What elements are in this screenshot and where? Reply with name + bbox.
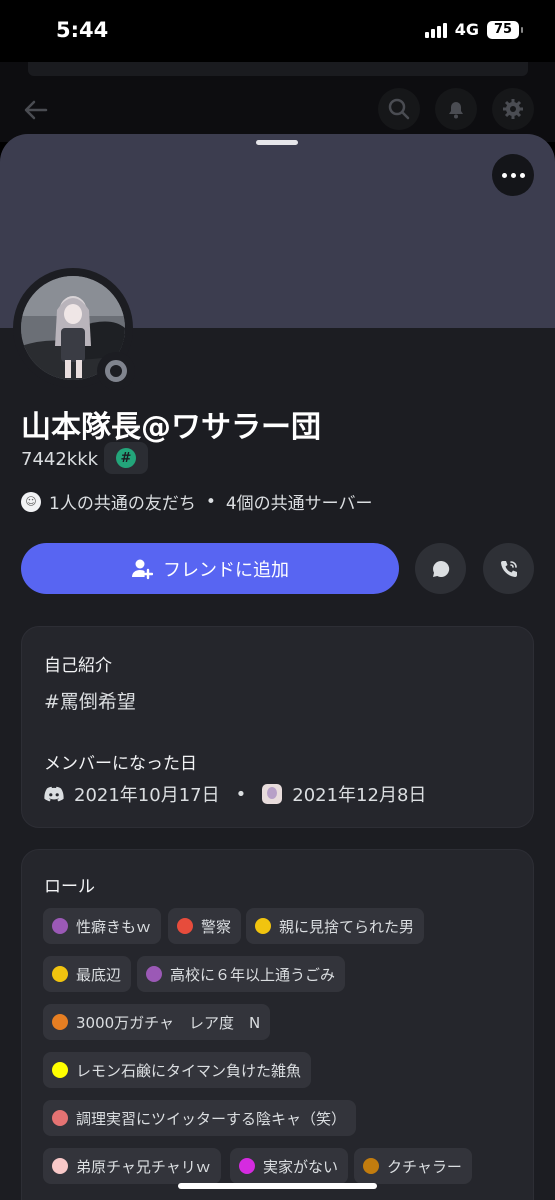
mutual-friend-avatar: ☺ [21, 491, 41, 512]
role-color-dot [52, 1158, 68, 1174]
chat-bubble-icon [432, 560, 449, 577]
role-label: レモン石鹸にタイマン負けた雑魚 [76, 1061, 302, 1080]
role-chip[interactable]: 警察 [168, 908, 242, 944]
signal-icon [424, 22, 447, 38]
role-label: 最底辺 [76, 965, 122, 984]
profile-sheet: 山本隊長@ワサラー団 7442kkk # ☺ 1人の共通の友だち • 4個の共通… [0, 134, 555, 1200]
hashtag-icon: # [116, 448, 136, 468]
add-friend-button[interactable]: フレンドに追加 [21, 543, 399, 594]
offline-status-icon [97, 352, 135, 390]
background-card-edge [28, 62, 528, 76]
roles-card: ロール 性癖きもｗ 警察 親に見捨てられた男 最底辺 高校に６年以上通うごみ 3… [21, 849, 534, 1200]
mutual-friends-text[interactable]: 1人の共通の友だち [49, 489, 196, 514]
separator-dot: • [205, 491, 216, 512]
search-icon[interactable] [378, 88, 420, 130]
mutuals-row[interactable]: ☺ 1人の共通の友だち • 4個の共通サーバー [21, 489, 373, 514]
role-label: 実家がない [263, 1157, 339, 1176]
role-color-dot [52, 1014, 68, 1030]
role-chip[interactable]: レモン石鹸にタイマン負けた雑魚 [43, 1052, 312, 1088]
role-chip[interactable]: 調理実習にツイッターする陰キャ（笑） [43, 1100, 357, 1136]
role-label: 性癖きもｗ [76, 917, 152, 936]
display-name: 山本隊長@ワサラー団 [21, 410, 321, 445]
home-indicator[interactable] [178, 1183, 377, 1189]
role-color-dot [52, 966, 68, 982]
role-label: 3000万ガチャ レア度 N [76, 1013, 261, 1032]
username: 7442kkk [21, 449, 99, 470]
role-chip[interactable]: 3000万ガチャ レア度 N [43, 1004, 271, 1040]
member-since-title: メンバーになった日 [44, 754, 197, 774]
voice-call-button[interactable] [483, 543, 534, 594]
discord-logo-icon [44, 786, 64, 802]
role-chip[interactable]: 高校に６年以上通うごみ [137, 956, 346, 992]
role-chip[interactable]: 親に見捨てられた男 [246, 908, 425, 944]
roles-title: ロール [44, 877, 95, 897]
role-chip[interactable]: クチャラー [354, 1148, 472, 1184]
add-friend-label: フレンドに追加 [163, 559, 289, 581]
role-color-dot [52, 1110, 68, 1126]
role-color-dot [52, 918, 68, 934]
server-join-date: 2021年12月8日 [292, 785, 427, 806]
message-button[interactable] [415, 543, 466, 594]
status-time: 5:44 [56, 18, 109, 42]
role-color-dot [177, 918, 193, 934]
about-title: 自己紹介 [44, 656, 112, 676]
discord-join-date: 2021年10月17日 [74, 785, 220, 806]
role-color-dot [146, 966, 162, 982]
role-color-dot [52, 1062, 68, 1078]
network-type: 4G [454, 20, 479, 39]
role-chip[interactable]: 弟原チャ兄チャリｗ [43, 1148, 221, 1184]
about-card: 自己紹介 #罵倒希望 メンバーになった日 2021年10月17日 • 2021年… [21, 626, 534, 828]
more-options-button[interactable] [492, 154, 534, 196]
role-label: 弟原チャ兄チャリｗ [76, 1157, 211, 1176]
role-label: クチャラー [387, 1157, 462, 1176]
sheet-grabber[interactable] [256, 140, 298, 145]
hashtag-badge[interactable]: # [104, 442, 148, 474]
role-color-dot [363, 1158, 379, 1174]
status-bar: 5:44 4G 75 [0, 0, 555, 62]
role-label: 警察 [201, 917, 232, 936]
mutual-servers-text[interactable]: 4個の共通サーバー [226, 489, 373, 514]
back-arrow-icon[interactable] [22, 96, 50, 124]
member-since-dates: 2021年10月17日 • 2021年12月8日 [44, 781, 426, 807]
role-label: 調理実習にツイッターする陰キャ（笑） [76, 1109, 347, 1128]
role-color-dot [239, 1158, 255, 1174]
role-chip[interactable]: 最底辺 [43, 956, 132, 992]
bell-icon[interactable] [435, 88, 477, 130]
add-user-icon [132, 559, 153, 579]
role-label: 高校に６年以上通うごみ [170, 965, 336, 984]
server-icon [262, 784, 283, 804]
status-indicators: 4G 75 [424, 20, 523, 39]
role-label: 親に見捨てられた男 [279, 917, 415, 936]
role-chip[interactable]: 実家がない [230, 1148, 349, 1184]
role-color-dot [255, 918, 271, 934]
phone-icon [500, 560, 517, 577]
date-separator: • [235, 783, 247, 805]
battery-icon: 75 [487, 20, 523, 39]
bio-text: #罵倒希望 [44, 691, 136, 713]
gear-icon[interactable] [492, 88, 534, 130]
role-chip[interactable]: 性癖きもｗ [43, 908, 162, 944]
